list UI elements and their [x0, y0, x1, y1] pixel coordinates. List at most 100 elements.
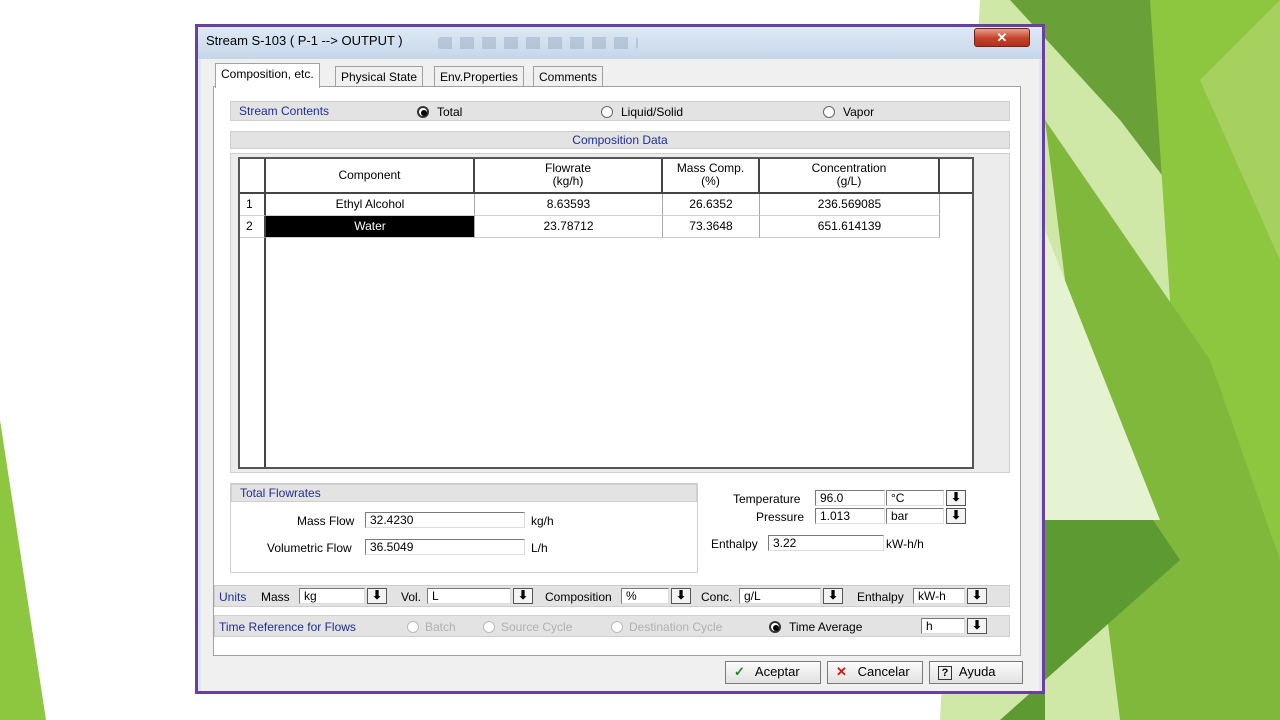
radio-source-cycle-label: Source Cycle — [501, 620, 573, 634]
units-vol-label: Vol. — [401, 590, 422, 604]
radio-batch[interactable] — [407, 621, 419, 633]
units-enthalpy-select[interactable]: kW-h — [913, 588, 965, 604]
units-enthalpy-label: Enthalpy — [857, 590, 904, 604]
composition-tab-panel: Stream Contents Total Liquid/Solid Vapor… — [213, 86, 1021, 656]
grid-corner — [240, 159, 266, 194]
stream-dialog: Stream S-103 ( P-1 --> OUTPUT ) ✕ Compos… — [195, 24, 1045, 694]
units-vol-select[interactable]: L — [427, 588, 511, 604]
enthalpy-field[interactable]: 3.22 — [768, 535, 884, 551]
composition-grid[interactable]: Component Flowrate (kg/h) Mass Comp. (%)… — [238, 157, 974, 469]
time-unit-select[interactable]: h — [921, 618, 965, 634]
time-unit-dropdown[interactable]: ⬇ — [967, 618, 987, 634]
column-header-flowrate-unit: (kg/h) — [552, 174, 584, 188]
row-number[interactable]: 2 — [240, 216, 266, 238]
volumetric-flow-unit: L/h — [531, 541, 548, 555]
units-vol-dropdown[interactable]: ⬇ — [513, 588, 533, 604]
units-composition-dropdown[interactable]: ⬇ — [671, 588, 691, 604]
total-flowrates-group: Total Flowrates Mass Flow 32.4230 kg/h V… — [230, 483, 698, 573]
units-bar: Units Mass kg ⬇ Vol. L ⬇ Composition % ⬇… — [214, 585, 1010, 607]
cell-mass-comp[interactable]: 73.3648 — [663, 216, 760, 238]
radio-time-average-label: Time Average — [789, 620, 863, 634]
volumetric-flow-label: Volumetric Flow — [267, 541, 352, 555]
dialog-body: Composition, etc. Physical State Env.Pro… — [201, 59, 1039, 691]
row-number[interactable]: 1 — [240, 194, 266, 216]
composition-data-header: Composition Data — [230, 131, 1010, 149]
total-flowrates-bar: Total Flowrates — [231, 484, 697, 502]
cell-mass-comp[interactable]: 26.6352 — [663, 194, 760, 216]
pressure-label: Pressure — [756, 510, 805, 524]
temperature-unit-select[interactable]: °C — [886, 490, 944, 506]
radio-time-average[interactable] — [769, 621, 781, 633]
title-bar[interactable]: Stream S-103 ( P-1 --> OUTPUT ) ✕ — [198, 27, 1042, 59]
units-mass-dropdown[interactable]: ⬇ — [367, 588, 387, 604]
cross-icon: ✕ — [836, 664, 847, 679]
radio-batch-label: Batch — [425, 620, 456, 634]
help-button-label: Ayuda — [958, 664, 996, 679]
units-mass-select[interactable]: kg — [299, 588, 365, 604]
radio-destination-cycle-label: Destination Cycle — [629, 620, 723, 634]
column-header-filler — [940, 159, 972, 194]
time-reference-bar: Time Reference for Flows Batch Source Cy… — [214, 615, 1010, 637]
units-composition-select[interactable]: % — [621, 588, 669, 604]
radio-total-label: Total — [437, 105, 463, 119]
column-header-concentration[interactable]: Concentration (g/L) — [760, 159, 940, 194]
temperature-field[interactable]: 96.0 — [815, 490, 885, 506]
column-header-mass-comp[interactable]: Mass Comp. (%) — [663, 159, 760, 194]
column-header-flowrate[interactable]: Flowrate (kg/h) — [475, 159, 663, 194]
cell-component-selected[interactable]: Water — [266, 216, 475, 238]
cell-concentration[interactable]: 236.569085 — [760, 194, 940, 216]
cell-flowrate[interactable]: 23.78712 — [475, 216, 663, 238]
temperature-label: Temperature — [733, 492, 801, 506]
total-flowrates-label: Total Flowrates — [240, 486, 321, 500]
pressure-field[interactable]: 1.013 — [815, 508, 885, 524]
stream-contents-bar: Stream Contents Total Liquid/Solid Vapor — [230, 101, 1010, 121]
tab-composition[interactable]: Composition, etc. — [215, 63, 320, 88]
tab-physical-state[interactable]: Physical State — [335, 66, 424, 87]
mass-flow-field[interactable]: 32.4230 — [365, 512, 525, 528]
check-icon: ✓ — [734, 664, 745, 679]
composition-data-title: Composition Data — [572, 133, 668, 147]
enthalpy-label: Enthalpy — [711, 537, 758, 551]
pressure-unit-select[interactable]: bar — [886, 508, 944, 524]
close-button[interactable]: ✕ — [974, 28, 1030, 47]
column-header-component-label: Component — [338, 168, 401, 182]
cell-flowrate[interactable]: 8.63593 — [475, 194, 663, 216]
radio-liquid-solid-label: Liquid/Solid — [621, 105, 684, 119]
window-title: Stream S-103 ( P-1 --> OUTPUT ) — [206, 33, 403, 48]
help-icon: ? — [938, 662, 956, 682]
volumetric-flow-field[interactable]: 36.5049 — [365, 539, 525, 555]
cancel-button-label: Cancelar — [857, 664, 910, 679]
units-enthalpy-dropdown[interactable]: ⬇ — [967, 588, 987, 604]
units-mass-label: Mass — [261, 590, 290, 604]
help-button[interactable]: ? Ayuda — [929, 661, 1023, 684]
mass-flow-label: Mass Flow — [297, 514, 355, 528]
temperature-unit-dropdown[interactable]: ⬇ — [946, 490, 966, 506]
radio-vapor[interactable] — [823, 106, 835, 118]
cell-concentration[interactable]: 651.614139 — [760, 216, 940, 238]
mass-flow-unit: kg/h — [531, 514, 554, 528]
units-label: Units — [219, 590, 247, 604]
units-conc-label: Conc. — [701, 590, 733, 604]
column-header-concentration-unit: (g/L) — [836, 174, 862, 188]
cell-component[interactable]: Ethyl Alcohol — [266, 194, 475, 216]
units-conc-dropdown[interactable]: ⬇ — [823, 588, 843, 604]
tab-env-properties[interactable]: Env.Properties — [434, 66, 524, 87]
row-header-column — [240, 238, 266, 467]
time-reference-label: Time Reference for Flows — [219, 620, 356, 634]
column-header-component[interactable]: Component — [266, 159, 475, 194]
pressure-unit-dropdown[interactable]: ⬇ — [946, 508, 966, 524]
enthalpy-unit: kW-h/h — [886, 537, 924, 551]
units-composition-label: Composition — [545, 590, 612, 604]
radio-total[interactable] — [417, 106, 429, 118]
accept-button[interactable]: ✓ Aceptar — [725, 661, 821, 684]
radio-source-cycle[interactable] — [483, 621, 495, 633]
tab-comments[interactable]: Comments — [533, 66, 604, 87]
radio-destination-cycle[interactable] — [611, 621, 623, 633]
title-bar-toolbar-blur — [438, 37, 638, 49]
radio-vapor-label: Vapor — [843, 105, 875, 119]
radio-liquid-solid[interactable] — [601, 106, 613, 118]
help-icon-glyph: ? — [938, 666, 952, 680]
units-conc-select[interactable]: g/L — [739, 588, 821, 604]
column-header-mass-comp-unit: (%) — [701, 174, 720, 188]
cancel-button[interactable]: ✕ Cancelar — [827, 661, 923, 684]
